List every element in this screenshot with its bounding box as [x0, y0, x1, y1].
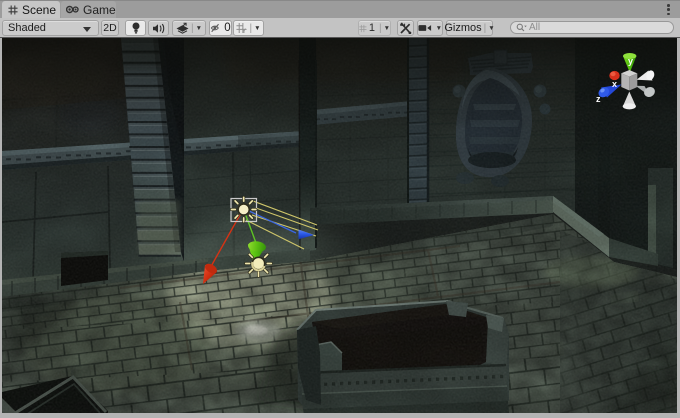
svg-text:Y: Y	[242, 29, 246, 34]
svg-text:z: z	[596, 94, 601, 104]
svg-text:y: y	[628, 56, 633, 66]
svg-text:x: x	[612, 79, 617, 89]
